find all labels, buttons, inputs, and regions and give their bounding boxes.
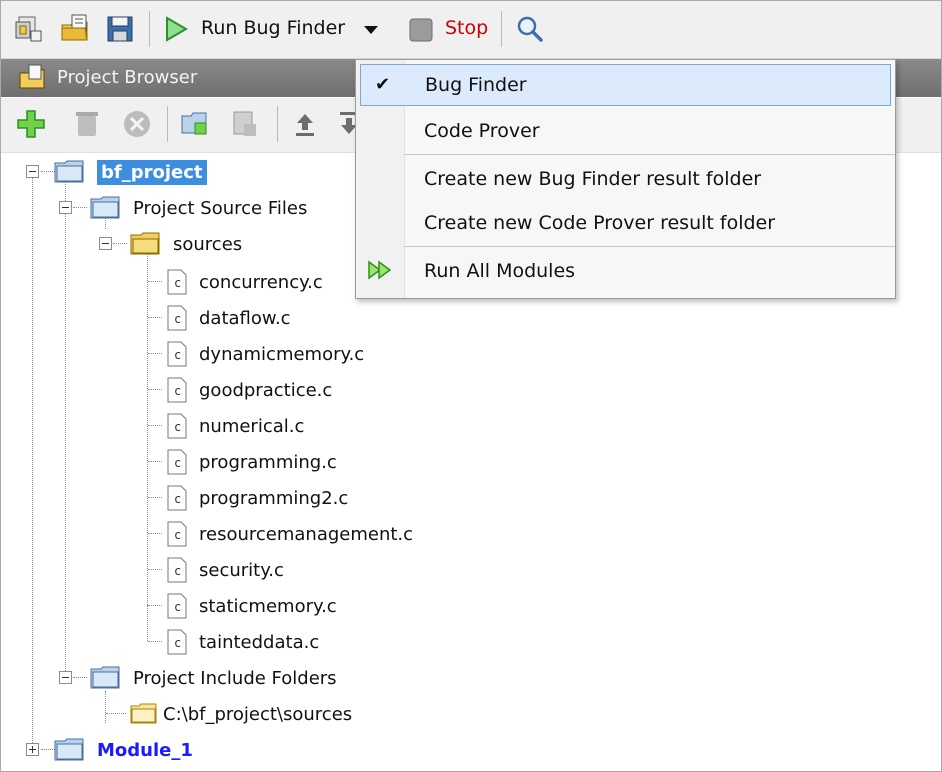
tree-node-project[interactable]: bf_project (53, 156, 207, 188)
c-file-icon: c (167, 521, 187, 547)
tree-file-item[interactable]: c programming.c (165, 446, 337, 478)
import-icon[interactable] (229, 108, 261, 144)
menu-item-label: Bug Finder (425, 74, 527, 96)
run-bug-finder-button[interactable]: Run Bug Finder (201, 17, 345, 39)
svg-text:c: c (174, 312, 181, 326)
project-browser-icon (17, 63, 49, 93)
menu-item-run-all-modules[interactable]: Run All Modules (356, 250, 895, 292)
menu-item-create-bug-finder-folder[interactable]: Create new Bug Finder result folder (356, 158, 895, 200)
module-label: Module_1 (97, 739, 193, 761)
c-file-icon: c (167, 449, 187, 475)
svg-text:c: c (174, 420, 181, 434)
svg-text:c: c (174, 564, 181, 578)
project-folder-icon (54, 160, 84, 183)
menu-item-create-code-prover-folder[interactable]: Create new Code Prover result folder (356, 202, 895, 244)
sources-label: sources (173, 233, 243, 255)
c-file-icon: c (167, 269, 187, 295)
file-name: tainteddata.c (199, 631, 320, 653)
file-name: concurrency.c (199, 271, 323, 293)
svg-text:c: c (174, 528, 181, 542)
svg-text:c: c (174, 276, 181, 290)
svg-text:c: c (174, 492, 181, 506)
collapse-toggle[interactable] (59, 671, 72, 684)
tree-file-item[interactable]: c numerical.c (165, 410, 304, 442)
tree-file-item[interactable]: c dataflow.c (165, 302, 291, 334)
tree-file-item[interactable]: c staticmemory.c (165, 590, 337, 622)
check-icon: ✔ (375, 74, 391, 95)
folder-icon (90, 196, 120, 219)
menu-item-code-prover[interactable]: Code Prover (356, 110, 895, 152)
stop-icon[interactable] (405, 13, 439, 45)
tree-file-item[interactable]: c dynamicmemory.c (165, 338, 364, 370)
svg-text:c: c (174, 456, 181, 470)
tree-node-include-folders[interactable]: Project Include Folders (89, 662, 337, 694)
delete-icon[interactable] (71, 108, 103, 144)
svg-text:c: c (174, 636, 181, 650)
source-files-label: Project Source Files (133, 197, 308, 219)
tree-node-sources[interactable]: sources (129, 228, 242, 260)
menu-item-label: Create new Bug Finder result folder (424, 168, 762, 190)
menu-item-label: Create new Code Prover result folder (424, 212, 776, 234)
module-folder-icon (54, 738, 84, 761)
c-file-icon: c (167, 341, 187, 367)
tree-file-item[interactable]: c tainteddata.c (165, 626, 319, 658)
menu-item-label: Run All Modules (424, 260, 576, 282)
svg-text:c: c (174, 348, 181, 362)
run-all-icon (366, 258, 396, 287)
tree-file-item[interactable]: c programming2.c (165, 482, 348, 514)
expand-toggle[interactable] (26, 743, 39, 756)
file-name: dataflow.c (199, 307, 291, 329)
file-name: numerical.c (199, 415, 305, 437)
c-file-icon: c (167, 629, 187, 655)
stop-button[interactable]: Stop (445, 17, 488, 39)
run-mode-dropdown-menu: ✔ Bug Finder Code Prover Create new Bug … (355, 59, 896, 299)
folder-icon (130, 703, 157, 724)
tree-node-include-path[interactable]: C:\bf_project\sources (129, 698, 352, 730)
c-file-icon: c (167, 557, 187, 583)
run-icon[interactable] (159, 13, 193, 45)
search-icon[interactable] (513, 13, 547, 45)
new-project-icon[interactable] (13, 13, 47, 45)
menu-item-bug-finder[interactable]: ✔ Bug Finder (360, 64, 891, 106)
include-path-label: C:\bf_project\sources (163, 703, 353, 725)
collapse-toggle[interactable] (99, 237, 112, 250)
save-icon[interactable] (103, 13, 137, 45)
c-file-icon: c (167, 377, 187, 403)
main-toolbar: Run Bug Finder Stop (1, 1, 941, 59)
add-folder-icon[interactable] (179, 108, 211, 144)
file-name: staticmemory.c (199, 595, 337, 617)
collapse-toggle[interactable] (59, 201, 72, 214)
file-name: programming.c (199, 451, 337, 473)
file-name: security.c (199, 559, 284, 581)
file-name: goodpractice.c (199, 379, 333, 401)
include-folders-label: Project Include Folders (133, 667, 337, 689)
add-icon[interactable] (15, 108, 47, 144)
c-file-icon: c (167, 413, 187, 439)
svg-text:c: c (174, 600, 181, 614)
menu-item-label: Code Prover (424, 120, 540, 142)
tree-file-item[interactable]: c security.c (165, 554, 284, 586)
tree-file-item[interactable]: c goodpractice.c (165, 374, 332, 406)
file-name: programming2.c (199, 487, 349, 509)
svg-text:c: c (174, 384, 181, 398)
dropdown-arrow-icon[interactable] (359, 13, 383, 45)
open-project-icon[interactable] (59, 13, 93, 45)
tree-file-item[interactable]: c concurrency.c (165, 266, 323, 298)
file-name: dynamicmemory.c (199, 343, 365, 365)
file-name: resourcemanagement.c (199, 523, 414, 545)
app-window: Run Bug Finder Stop Project Browser bf_p… (0, 0, 942, 772)
remove-icon[interactable] (121, 108, 153, 144)
c-file-icon: c (167, 593, 187, 619)
folder-icon (90, 666, 120, 689)
project-browser-title: Project Browser (57, 67, 198, 88)
c-file-icon: c (167, 485, 187, 511)
tree-node-source-files[interactable]: Project Source Files (89, 192, 307, 224)
tree-file-item[interactable]: c resourcemanagement.c (165, 518, 413, 550)
project-name: bf_project (97, 159, 207, 185)
tree-node-module[interactable]: Module_1 (53, 734, 193, 766)
c-file-icon: c (167, 305, 187, 331)
folder-icon (130, 232, 160, 255)
upload-icon[interactable] (289, 108, 321, 144)
